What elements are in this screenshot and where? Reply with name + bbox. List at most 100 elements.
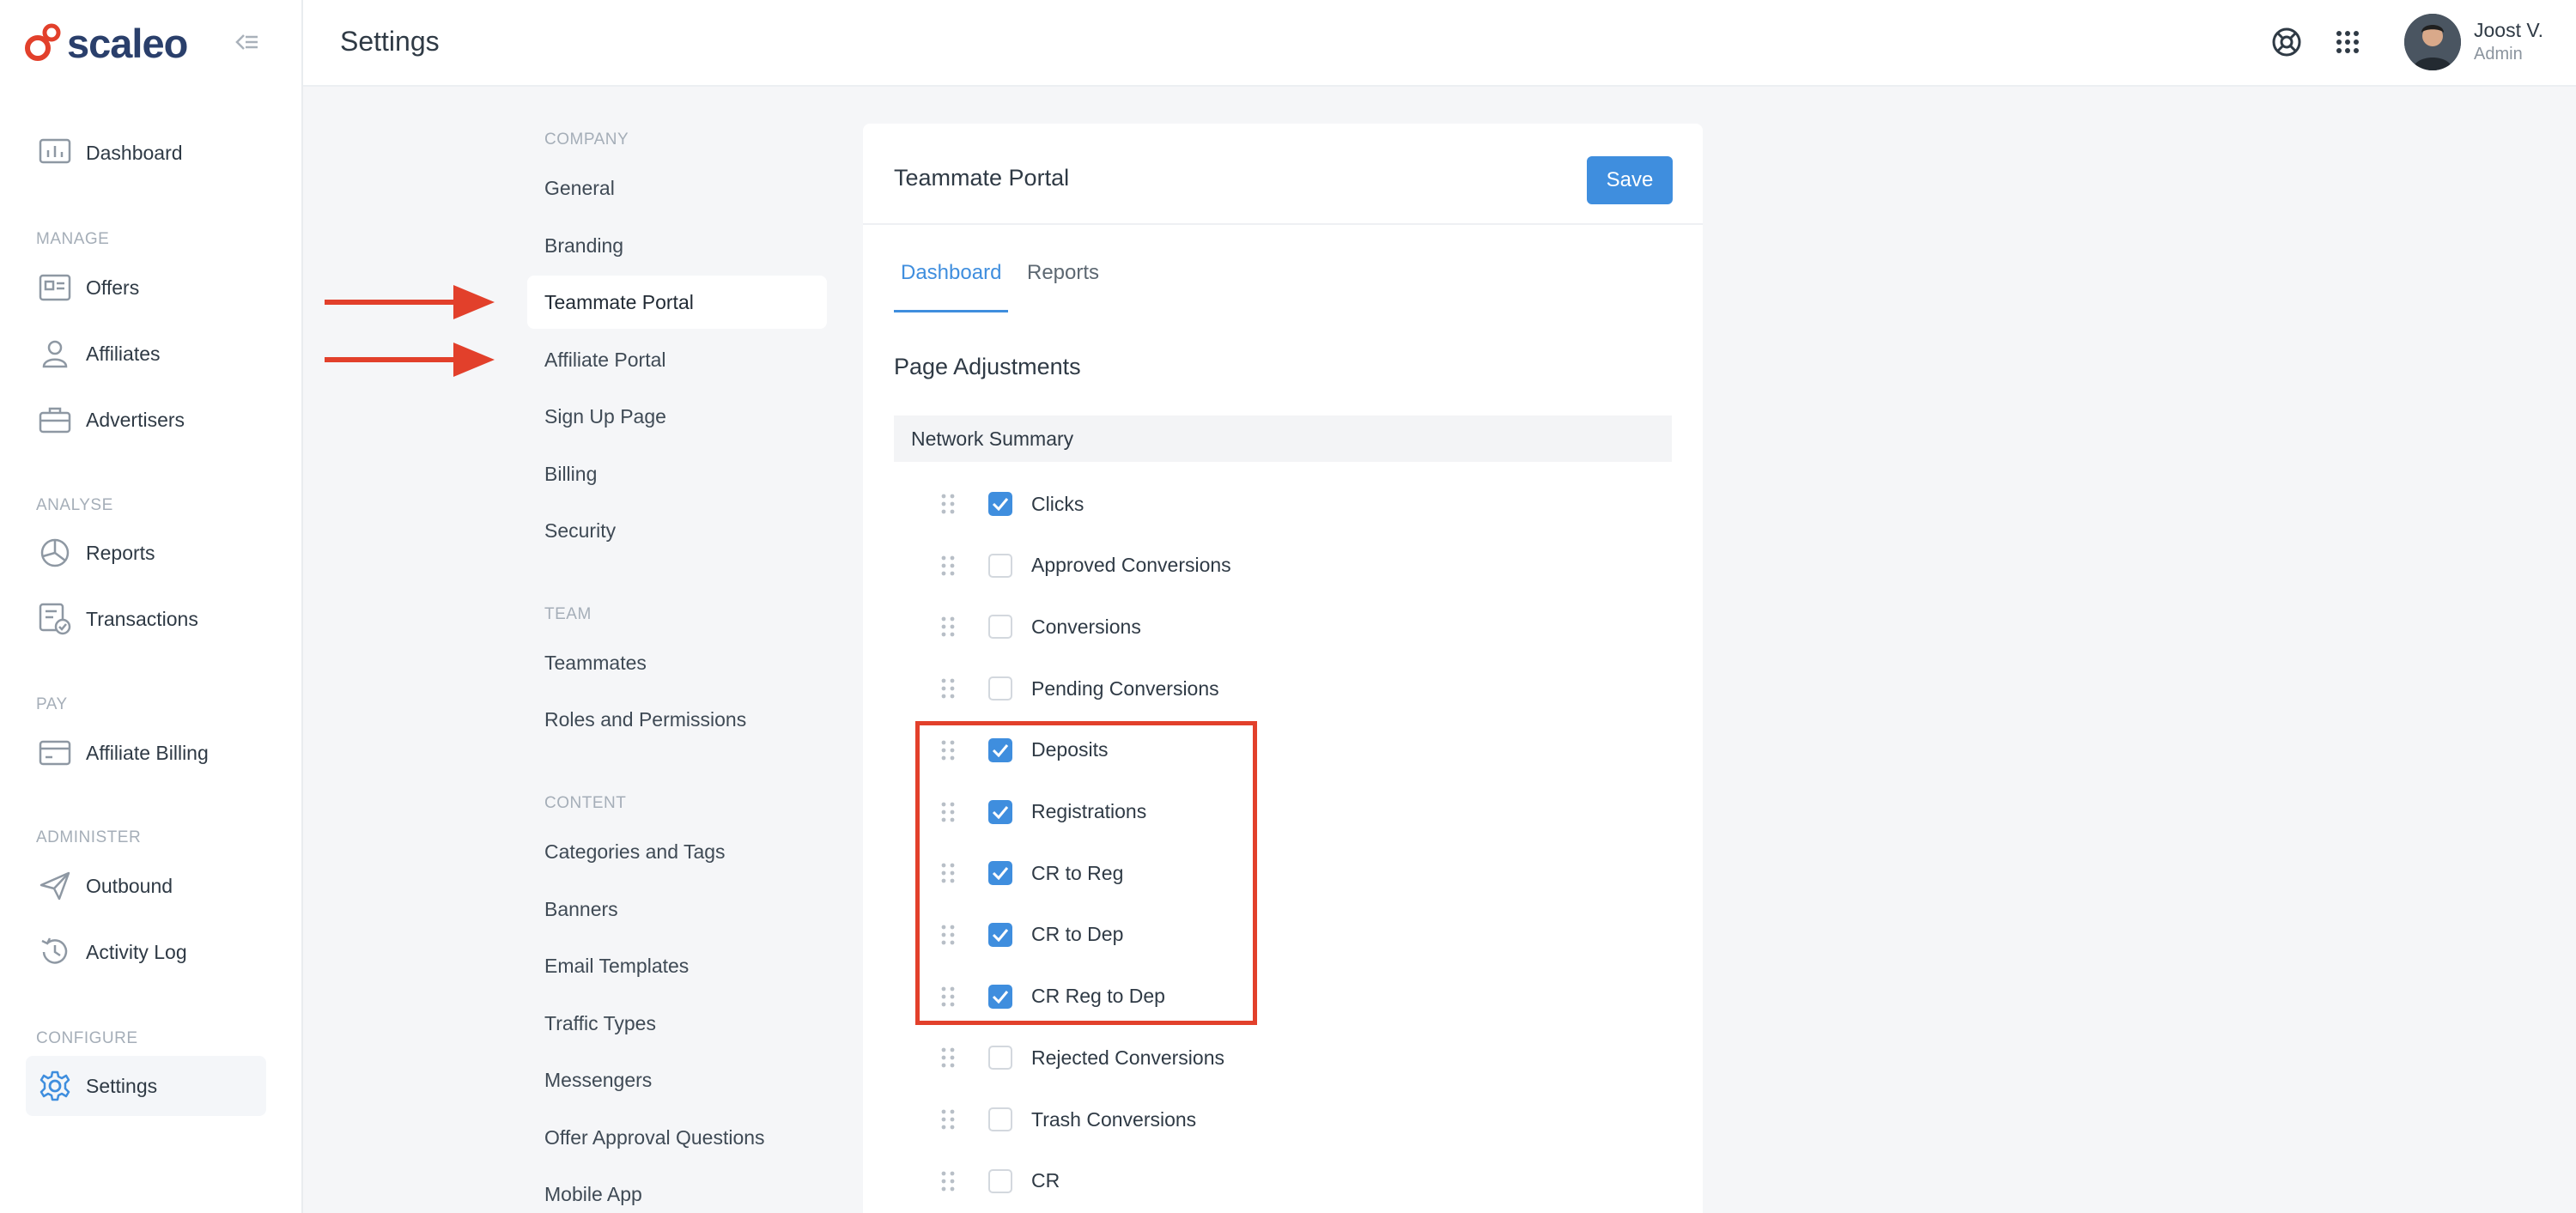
dashboard-icon	[36, 134, 74, 172]
settings-section-team: TEAM	[544, 605, 592, 623]
sidebar-item-activity-log[interactable]: Activity Log	[26, 922, 266, 982]
checkbox-unchecked[interactable]	[988, 615, 1012, 640]
sidebar-item-settings[interactable]: Settings	[26, 1056, 266, 1116]
gear-icon	[36, 1067, 74, 1105]
sidebar-item-label: Affiliates	[86, 342, 161, 365]
transactions-icon	[36, 600, 74, 638]
teammate-portal-card: Teammate Portal Save Dashboard Reports P…	[863, 124, 1703, 1213]
list-item: Approved Conversions	[940, 544, 1284, 587]
help-lifebuoy-icon[interactable]	[2269, 24, 2305, 60]
checkbox-label[interactable]: Rejected Conversions	[1031, 1046, 1224, 1070]
checkbox-label[interactable]: Approved Conversions	[1031, 554, 1231, 577]
settings-nav-general[interactable]: General	[527, 161, 827, 215]
checkbox-unchecked[interactable]	[988, 553, 1012, 578]
checkbox-label[interactable]: Trash Conversions	[1031, 1108, 1196, 1131]
tab-dashboard[interactable]: Dashboard	[894, 261, 1009, 312]
sidebar-section-analyse: ANALYSE	[36, 496, 113, 514]
settings-nav-branding[interactable]: Branding	[527, 219, 827, 272]
checkbox-label[interactable]: Clicks	[1031, 493, 1084, 516]
checkbox-label[interactable]: CR	[1031, 1169, 1060, 1192]
drag-handle-icon[interactable]	[940, 616, 956, 638]
drag-handle-icon[interactable]	[940, 1108, 956, 1131]
list-item: CR	[940, 1160, 1284, 1203]
settings-nav-offer-approval-questions[interactable]: Offer Approval Questions	[527, 1111, 827, 1164]
checkbox-unchecked[interactable]	[988, 1168, 1012, 1193]
checkbox-label[interactable]: Pending Conversions	[1031, 677, 1219, 701]
settings-nav-banners[interactable]: Banners	[527, 882, 827, 936]
settings-nav-security[interactable]: Security	[527, 504, 827, 557]
settings-nav-teammate-portal[interactable]: Teammate Portal	[527, 276, 827, 329]
sidebar-item-label: Outbound	[86, 874, 173, 897]
sidebar-item-label: Reports	[86, 541, 155, 564]
list-item: Pending Conversions	[940, 667, 1284, 710]
checkbox-checked[interactable]	[988, 492, 1012, 516]
settings-nav-teammates[interactable]: Teammates	[527, 636, 827, 689]
settings-nav-traffic-types[interactable]: Traffic Types	[527, 997, 827, 1050]
sidebar-item-offers[interactable]: Offers	[26, 258, 266, 318]
sidebar-item-dashboard[interactable]: Dashboard	[26, 123, 266, 183]
sidebar-item-label: Activity Log	[86, 940, 187, 963]
sidebar-section-manage: MANAGE	[36, 230, 110, 248]
list-item: Rejected Conversions	[940, 1036, 1284, 1079]
credit-card-icon	[36, 734, 74, 772]
user-name[interactable]: Joost V.	[2474, 19, 2543, 42]
settings-nav-messengers[interactable]: Messengers	[527, 1053, 827, 1107]
checkbox-unchecked[interactable]	[988, 1107, 1012, 1131]
settings-nav-mobile-app[interactable]: Mobile App	[527, 1168, 827, 1213]
sidebar-item-affiliate-billing[interactable]: Affiliate Billing	[26, 723, 266, 783]
collapse-sidebar-icon[interactable]	[232, 27, 261, 57]
main-sidebar: scaleo Dashboard MANAGE Offers Affiliate…	[0, 0, 303, 1213]
drag-handle-icon[interactable]	[940, 555, 956, 577]
drag-handle-icon[interactable]	[940, 493, 956, 515]
card-title: Teammate Portal	[894, 165, 1070, 191]
sidebar-item-label: Advertisers	[86, 408, 185, 431]
checkbox-unchecked[interactable]	[988, 1046, 1012, 1070]
settings-nav-email-templates[interactable]: Email Templates	[527, 939, 827, 992]
settings-nav-categories-tags[interactable]: Categories and Tags	[527, 825, 827, 878]
sidebar-item-transactions[interactable]: Transactions	[26, 589, 266, 649]
pie-chart-icon	[36, 534, 74, 572]
scaleo-logo-icon	[25, 23, 61, 61]
user-icon	[36, 335, 74, 373]
list-item: Conversions	[940, 605, 1284, 648]
settings-section-company: COMPANY	[544, 130, 629, 149]
sidebar-section-pay: PAY	[36, 695, 68, 713]
checkbox-label[interactable]: Conversions	[1031, 616, 1141, 639]
settings-section-content: CONTENT	[544, 794, 627, 812]
settings-nav-affiliate-portal[interactable]: Affiliate Portal	[527, 333, 827, 386]
logo-text: scaleo	[67, 20, 188, 66]
top-bar: Settings Joost V. Admin	[303, 0, 2576, 87]
sidebar-item-label: Transactions	[86, 607, 198, 630]
user-role: Admin	[2474, 45, 2523, 64]
annotation-arrow-icon	[325, 285, 495, 319]
sidebar-item-label: Offers	[86, 276, 140, 299]
page-title: Settings	[340, 26, 440, 57]
paper-plane-icon	[36, 867, 74, 905]
sidebar-item-outbound[interactable]: Outbound	[26, 856, 266, 916]
logo[interactable]: scaleo	[24, 17, 188, 69]
sidebar-item-advertisers[interactable]: Advertisers	[26, 390, 266, 450]
apps-grid-icon[interactable]	[2330, 24, 2366, 60]
briefcase-icon	[36, 401, 74, 439]
sidebar-item-label: Affiliate Billing	[86, 741, 209, 764]
section-heading: Page Adjustments	[894, 354, 1081, 379]
annotation-arrow-icon	[325, 343, 495, 377]
sidebar-item-reports[interactable]: Reports	[26, 523, 266, 583]
settings-nav-billing[interactable]: Billing	[527, 447, 827, 500]
settings-nav-sign-up-page[interactable]: Sign Up Page	[527, 390, 827, 443]
offers-icon	[36, 269, 74, 306]
drag-handle-icon[interactable]	[940, 1170, 956, 1192]
sidebar-item-label: Settings	[86, 1074, 158, 1097]
drag-handle-icon[interactable]	[940, 1046, 956, 1069]
drag-handle-icon[interactable]	[940, 677, 956, 700]
tab-reports[interactable]: Reports	[1020, 261, 1106, 312]
group-network-summary: Network Summary	[894, 415, 1672, 462]
card-header: Teammate Portal Save	[863, 124, 1703, 225]
history-icon	[36, 933, 74, 971]
checkbox-unchecked[interactable]	[988, 676, 1012, 701]
save-button[interactable]: Save	[1587, 156, 1673, 204]
avatar[interactable]	[2404, 14, 2461, 70]
settings-nav-roles-permissions[interactable]: Roles and Permissions	[527, 693, 827, 746]
sidebar-item-affiliates[interactable]: Affiliates	[26, 324, 266, 384]
list-item: Clicks	[940, 482, 1284, 525]
